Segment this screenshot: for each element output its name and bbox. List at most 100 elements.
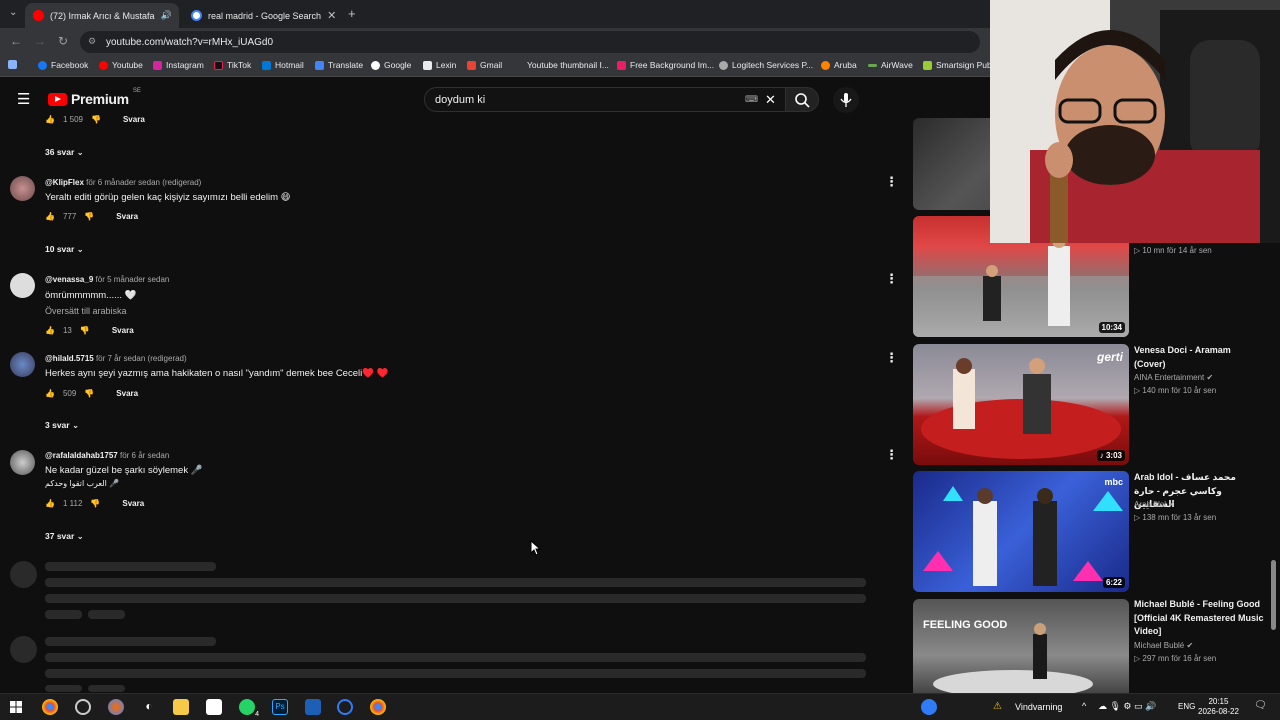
- back-icon[interactable]: ←: [10, 34, 22, 48]
- video-thumbnail[interactable]: mbc 6:22: [913, 471, 1129, 592]
- bookmark-logitech[interactable]: Logitech Services P...: [719, 60, 813, 70]
- comment-author[interactable]: @rafalaldahab1757 för 6 år sedan: [45, 451, 169, 460]
- apps-icon[interactable]: [8, 60, 17, 69]
- voice-search-button[interactable]: [833, 87, 859, 113]
- airwave-icon: [868, 63, 877, 67]
- avatar[interactable]: [10, 176, 35, 201]
- bookmark-gmail[interactable]: Gmail: [467, 60, 502, 70]
- replies-toggle[interactable]: 37 svar ⌄: [45, 531, 84, 542]
- channel-name[interactable]: Arab Idol ✔: [1134, 500, 1175, 509]
- new-tab-icon[interactable]: +: [348, 6, 356, 21]
- dislike-icon[interactable]: 👎: [84, 389, 94, 398]
- reply-button[interactable]: Svara: [123, 115, 145, 124]
- video-title[interactable]: Michael Bublé - Feeling Good [Official 4…: [1134, 598, 1264, 639]
- file-explorer-icon[interactable]: [173, 699, 189, 715]
- replies-toggle[interactable]: 36 svar ⌄: [45, 147, 84, 158]
- tab-close-icon[interactable]: ✕: [178, 9, 179, 22]
- chrome-active-icon[interactable]: [370, 699, 386, 715]
- keyboard-icon[interactable]: ⌨: [745, 94, 758, 105]
- bookmark-google[interactable]: Google: [371, 60, 411, 70]
- tab-search-chevron-icon[interactable]: ⌄: [9, 7, 17, 18]
- site-info-icon[interactable]: ⚙: [88, 36, 96, 47]
- dislike-icon[interactable]: 👎: [91, 115, 101, 124]
- chrome-icon[interactable]: [42, 699, 58, 715]
- language-indicator[interactable]: ENG: [1178, 702, 1195, 711]
- video-thumbnail[interactable]: gerti ♪ 3:03: [913, 344, 1129, 465]
- tab-google-search[interactable]: real madrid - Google Search ✕: [183, 3, 343, 28]
- obs-icon[interactable]: [75, 699, 91, 715]
- app-circle-icon[interactable]: [337, 699, 353, 715]
- bookmark-airwave[interactable]: AirWave: [868, 60, 913, 70]
- video-title[interactable]: Venesa Doci - Aramam (Cover): [1134, 344, 1264, 371]
- comment-author[interactable]: @hilald.5715 för 7 år sedan (redigerad): [45, 354, 187, 363]
- whatsapp-icon[interactable]: 4: [239, 699, 259, 718]
- bookmark-hotmail[interactable]: Hotmail: [262, 60, 304, 70]
- reply-button[interactable]: Svara: [112, 326, 134, 335]
- app-window-icon[interactable]: [305, 699, 321, 715]
- avatar[interactable]: [10, 450, 35, 475]
- chrome-profile-icon[interactable]: [108, 699, 124, 715]
- clock[interactable]: 20:15 2026-08-22: [1198, 697, 1239, 717]
- dislike-icon[interactable]: 👎: [80, 326, 90, 335]
- bookmark-smartsign[interactable]: Smartsign Publ: [923, 60, 994, 70]
- capcut-icon[interactable]: ◐: [141, 699, 157, 715]
- app-icon[interactable]: [206, 699, 222, 715]
- reply-button[interactable]: Svara: [122, 499, 144, 508]
- windows-start-icon[interactable]: [10, 701, 22, 713]
- photoshop-icon[interactable]: Ps: [272, 699, 288, 715]
- tab-youtube[interactable]: (72) Irmak Arıcı & Mustafa 🔊 ✕: [25, 3, 179, 28]
- weather-text[interactable]: Vindvarning: [1015, 702, 1062, 712]
- bookmark-facebook[interactable]: Facebook: [38, 60, 88, 70]
- avatar[interactable]: [10, 352, 35, 377]
- reload-icon[interactable]: ↻: [58, 34, 68, 48]
- video-thumbnail[interactable]: FEELING GOOD: [913, 599, 1129, 693]
- aruba-icon: [821, 60, 830, 70]
- tray-chevron-icon[interactable]: ^: [1082, 701, 1086, 711]
- comment-author[interactable]: @venassa_9 för 5 månader sedan: [45, 275, 169, 284]
- bookmark-translate[interactable]: Translate: [315, 60, 363, 70]
- menu-icon[interactable]: ☰: [17, 90, 30, 108]
- page-scrollbar[interactable]: [1271, 560, 1276, 630]
- notifications-icon[interactable]: 🗨: [1254, 700, 1267, 711]
- replies-toggle[interactable]: 10 svar ⌄: [45, 244, 84, 255]
- comment-more-icon[interactable]: ⋮: [885, 174, 898, 190]
- like-icon[interactable]: 👍: [45, 326, 55, 335]
- translate-link[interactable]: Översätt till arabiska: [45, 306, 127, 316]
- bookmark-tiktok[interactable]: TikTok: [214, 60, 251, 70]
- dislike-icon[interactable]: 👎: [90, 499, 100, 508]
- bookmark-lexin[interactable]: Lexin: [423, 60, 456, 70]
- bookmark-youtube[interactable]: Youtube: [99, 60, 143, 70]
- bookmark-instagram[interactable]: Instagram: [153, 60, 204, 70]
- bookmark-youtube-thumbnail[interactable]: Youtube thumbnail I...: [527, 60, 609, 70]
- youtube-premium-logo[interactable]: Premium SE: [48, 88, 141, 107]
- like-icon[interactable]: 👍: [45, 499, 55, 508]
- comment-author[interactable]: @KlipFlex för 6 månader sedan (redigerad…: [45, 178, 201, 187]
- tray-icons[interactable]: ☁ 🎙 ⚙ ▭ 🔊: [1098, 701, 1156, 712]
- tab-close-icon[interactable]: ✕: [327, 9, 336, 22]
- channel-name[interactable]: AINA Entertainment ✔: [1134, 373, 1213, 382]
- like-count: 1 112: [62, 499, 83, 508]
- verified-icon: ✔: [1168, 500, 1175, 509]
- reply-button[interactable]: Svara: [116, 212, 138, 221]
- bookmark-aruba[interactable]: Aruba: [821, 60, 857, 70]
- like-icon[interactable]: 👍: [45, 212, 55, 221]
- clear-search-icon[interactable]: ✕: [765, 92, 776, 108]
- help-icon[interactable]: [921, 699, 937, 715]
- dislike-icon[interactable]: 👎: [84, 212, 94, 221]
- forward-icon[interactable]: →: [34, 34, 46, 48]
- comment-more-icon[interactable]: ⋮: [885, 447, 898, 463]
- search-input[interactable]: doydum ki ⌨ ✕: [424, 87, 786, 112]
- channel-name[interactable]: Michael Bublé ✔: [1134, 641, 1193, 650]
- reply-button[interactable]: Svara: [116, 389, 138, 398]
- like-icon[interactable]: 👍: [45, 389, 55, 398]
- bookmark-free-background[interactable]: Free Background Im...: [617, 60, 714, 70]
- replies-toggle[interactable]: 3 svar ⌄: [45, 420, 79, 431]
- speaker-icon[interactable]: 🔊: [161, 10, 172, 21]
- address-bar[interactable]: ⚙ youtube.com/watch?v=rMHx_iUAGd0: [80, 31, 980, 53]
- search-button[interactable]: [785, 87, 819, 112]
- avatar[interactable]: [10, 273, 35, 298]
- comment-more-icon[interactable]: ⋮: [885, 350, 898, 366]
- translate-icon: [315, 60, 324, 70]
- like-icon[interactable]: 👍: [45, 115, 55, 124]
- comment-more-icon[interactable]: ⋮: [885, 271, 898, 287]
